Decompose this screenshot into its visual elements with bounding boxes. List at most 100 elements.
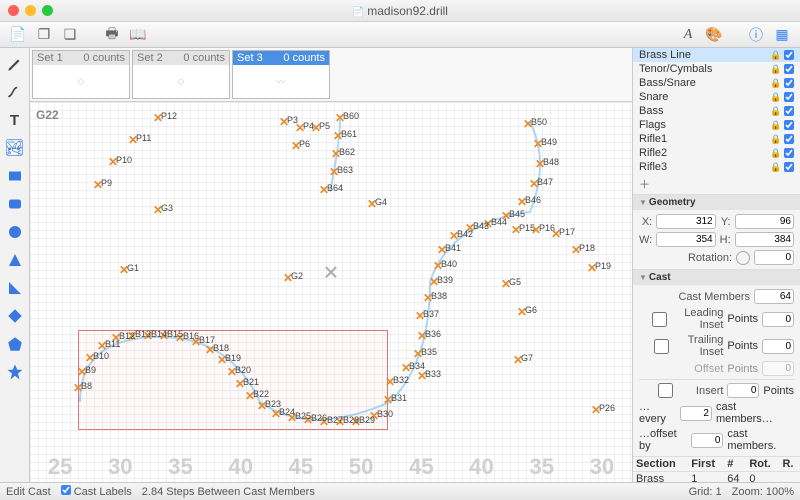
lock-icon[interactable]: 🔒: [770, 134, 780, 145]
text-tool[interactable]: T: [3, 108, 27, 132]
performer-marker[interactable]: B20: [229, 369, 239, 379]
set-thumbnail[interactable]: Set 20 counts◇: [132, 50, 230, 99]
right-triangle-tool[interactable]: [3, 276, 27, 300]
performer-marker[interactable]: B23: [259, 403, 269, 413]
insert-checkbox[interactable]: [639, 383, 692, 398]
layer-row[interactable]: Rifle2🔒: [633, 146, 800, 160]
grid-value[interactable]: 1: [715, 486, 721, 498]
lock-icon[interactable]: 🔒: [770, 120, 780, 131]
font-icon[interactable]: A: [678, 26, 698, 44]
performer-marker[interactable]: P9: [95, 182, 105, 192]
layer-row[interactable]: Bass🔒: [633, 104, 800, 118]
cast-table-row[interactable]: Brass1640: [633, 472, 800, 483]
performer-marker[interactable]: P18: [573, 247, 583, 257]
performer-marker[interactable]: B18: [207, 347, 217, 357]
performer-marker[interactable]: B49: [535, 141, 545, 151]
performer-marker[interactable]: P16: [533, 227, 543, 237]
performer-marker[interactable]: B33: [419, 373, 429, 383]
layer-visible-checkbox[interactable]: [784, 106, 794, 116]
performer-marker[interactable]: B62: [333, 151, 343, 161]
curve-tool[interactable]: [3, 80, 27, 104]
performer-marker[interactable]: G1: [121, 267, 131, 277]
cast-labels-checkbox[interactable]: [61, 485, 71, 495]
leading-inset-checkbox[interactable]: [639, 312, 680, 327]
performer-marker[interactable]: B48: [537, 161, 547, 171]
add-layer-icon[interactable]: ＋: [639, 176, 650, 192]
trailing-inset-checkbox[interactable]: [639, 339, 684, 354]
layer-visible-checkbox[interactable]: [784, 120, 794, 130]
performer-marker[interactable]: P19: [589, 265, 599, 275]
performer-marker[interactable]: B22: [247, 393, 257, 403]
performer-marker[interactable]: B60: [337, 115, 347, 125]
layer-visible-checkbox[interactable]: [784, 92, 794, 102]
performer-marker[interactable]: B9: [79, 369, 89, 379]
inspector-toggle-icon[interactable]: ▦: [772, 26, 792, 44]
doc-icon[interactable]: 📄: [8, 26, 28, 44]
layer-row[interactable]: Snare🔒: [633, 90, 800, 104]
performer-marker[interactable]: B41: [439, 247, 449, 257]
zoom-value[interactable]: 100%: [766, 486, 794, 498]
pen-tool[interactable]: [3, 52, 27, 76]
performer-marker[interactable]: B21: [237, 381, 247, 391]
lock-icon[interactable]: 🔒: [770, 64, 780, 75]
performer-marker[interactable]: B37: [417, 313, 427, 323]
geometry-section-header[interactable]: Geometry: [633, 195, 800, 210]
geometry-y-input[interactable]: [735, 214, 794, 229]
performer-marker[interactable]: B34: [403, 365, 413, 375]
performer-marker[interactable]: B8: [75, 385, 85, 395]
offsetby-input[interactable]: [691, 433, 723, 448]
performer-marker[interactable]: P4: [297, 125, 307, 135]
lock-icon[interactable]: 🔒: [770, 162, 780, 173]
layer-visible-checkbox[interactable]: [784, 64, 794, 74]
rotation-dial-icon[interactable]: [736, 251, 750, 265]
performer-marker[interactable]: P5: [313, 125, 323, 135]
performer-marker[interactable]: P3: [281, 119, 291, 129]
performer-marker[interactable]: B63: [331, 169, 341, 179]
geometry-rotation-input[interactable]: [754, 250, 794, 265]
circle-tool[interactable]: [3, 220, 27, 244]
rect-tool[interactable]: [3, 164, 27, 188]
insert-input[interactable]: [727, 383, 759, 398]
layer-visible-checkbox[interactable]: [784, 148, 794, 158]
performer-marker[interactable]: B24: [273, 411, 283, 421]
performer-marker[interactable]: B61: [335, 133, 345, 143]
lock-icon[interactable]: 🔒: [770, 92, 780, 103]
layer-row[interactable]: Brass Line🔒: [633, 48, 800, 62]
overlap-icon[interactable]: ❐: [34, 26, 54, 44]
performer-marker[interactable]: B38: [425, 295, 435, 305]
performer-marker[interactable]: G7: [515, 357, 525, 367]
performer-marker[interactable]: P15: [513, 227, 523, 237]
triangle-tool[interactable]: [3, 248, 27, 272]
performer-marker[interactable]: B31: [385, 397, 395, 407]
print-icon[interactable]: 🖶: [102, 26, 122, 44]
performer-marker[interactable]: B35: [415, 351, 425, 361]
canvas[interactable]: ✕ G22 25303540455045403530 P12P11P10P9P3…: [30, 102, 632, 482]
performer-marker[interactable]: B64: [321, 187, 331, 197]
performer-marker[interactable]: P26: [593, 407, 603, 417]
image-tool[interactable]: 🏞: [3, 136, 27, 160]
performer-marker[interactable]: G6: [519, 309, 529, 319]
layer-row[interactable]: Tenor/Cymbals🔒: [633, 62, 800, 76]
performer-marker[interactable]: P6: [293, 143, 303, 153]
performer-marker[interactable]: G2: [285, 275, 295, 285]
lock-icon[interactable]: 🔒: [770, 106, 780, 117]
geometry-x-input[interactable]: [656, 214, 715, 229]
cast-section-header[interactable]: Cast: [633, 270, 800, 285]
layer-visible-checkbox[interactable]: [784, 162, 794, 172]
performer-marker[interactable]: B47: [531, 181, 541, 191]
performer-marker[interactable]: B40: [435, 263, 445, 273]
performer-marker[interactable]: G5: [503, 281, 513, 291]
performer-marker[interactable]: P17: [553, 231, 563, 241]
performer-marker[interactable]: P12: [155, 115, 165, 125]
leading-inset-input[interactable]: [762, 312, 794, 327]
layer-row[interactable]: Rifle1🔒: [633, 132, 800, 146]
edit-cast-button[interactable]: Edit Cast: [6, 486, 51, 498]
layer-row[interactable]: Flags🔒: [633, 118, 800, 132]
layer-visible-checkbox[interactable]: [784, 134, 794, 144]
stack-icon[interactable]: ❏: [60, 26, 80, 44]
performer-marker[interactable]: B32: [387, 379, 397, 389]
performer-marker[interactable]: G4: [369, 201, 379, 211]
lock-icon[interactable]: 🔒: [770, 78, 780, 89]
set-thumbnail[interactable]: Set 30 counts〰: [232, 50, 330, 99]
performer-marker[interactable]: B36: [419, 333, 429, 343]
